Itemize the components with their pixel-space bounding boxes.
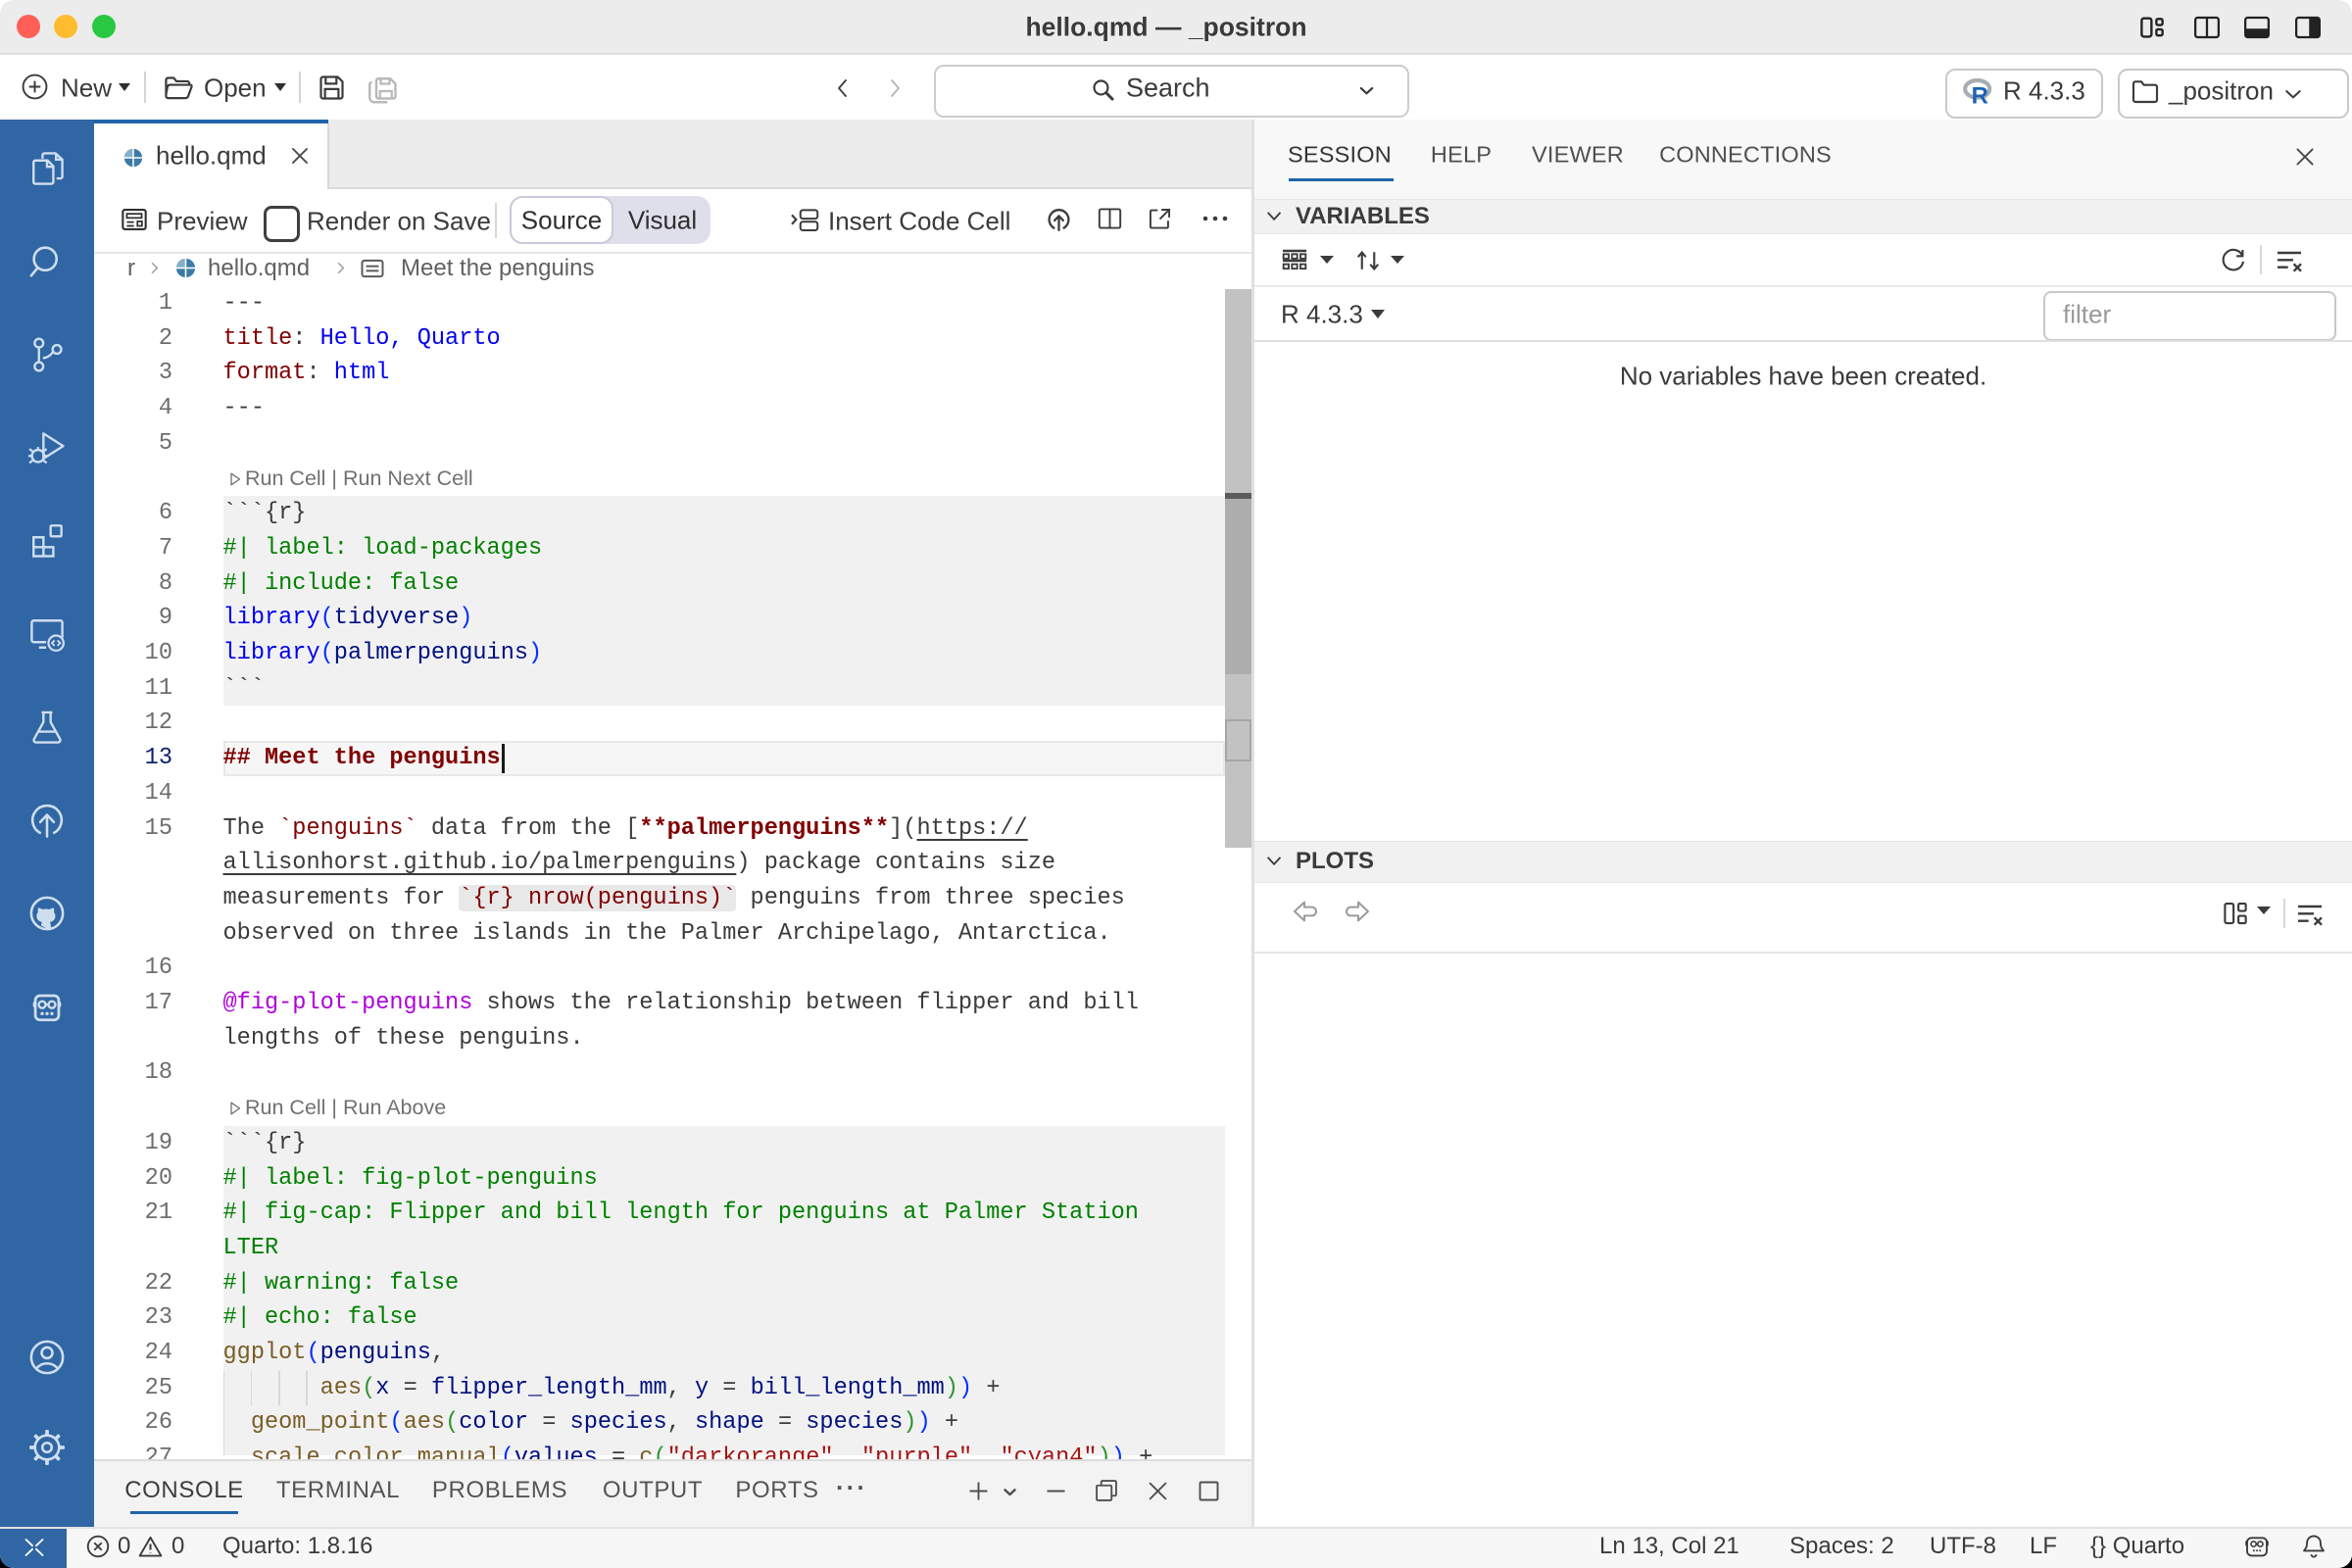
- svg-text:R: R: [1972, 82, 1988, 108]
